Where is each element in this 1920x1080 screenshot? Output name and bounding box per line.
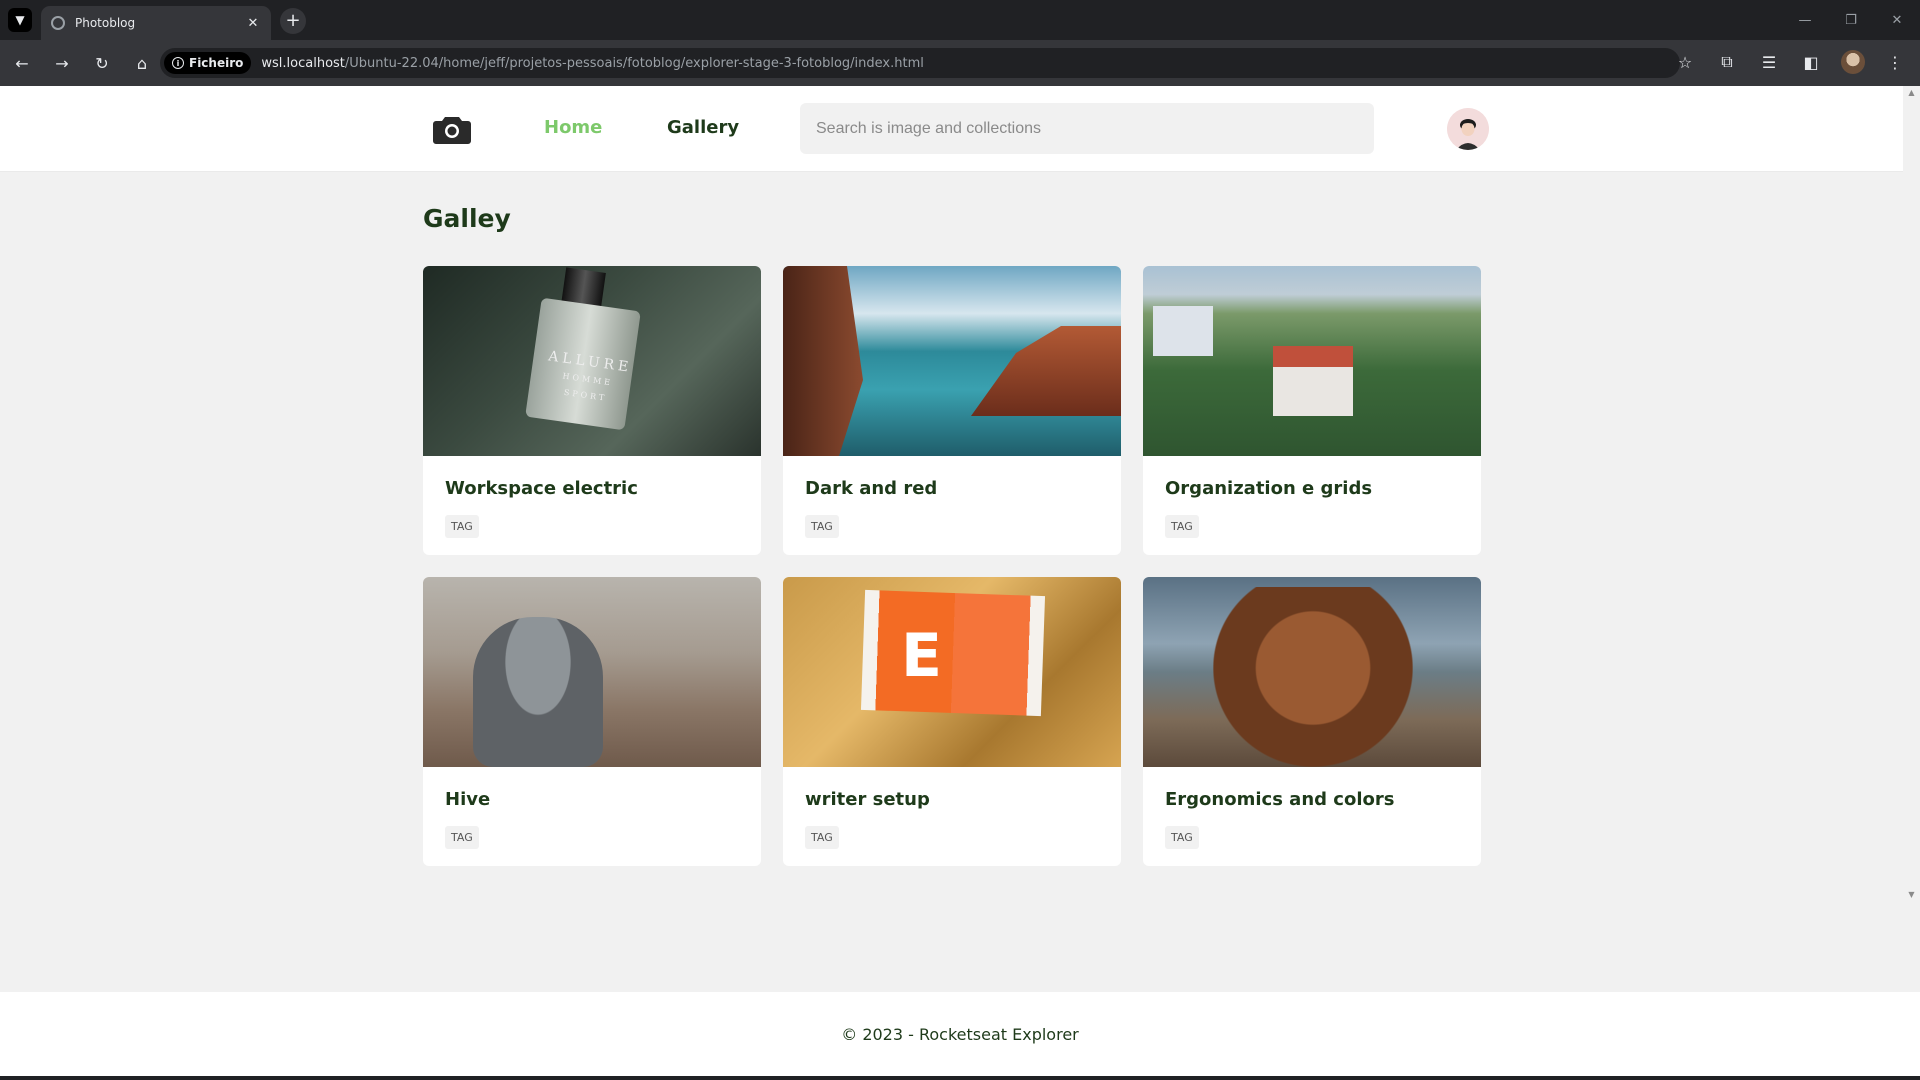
site-footer: © 2023 - Rocketseat Explorer	[0, 992, 1920, 1076]
card-tag[interactable]: TAG	[445, 515, 479, 538]
reload-icon[interactable]: ↻	[84, 45, 120, 81]
close-window-icon[interactable]: ✕	[1874, 0, 1920, 40]
card-body: writer setup TAG	[783, 767, 1121, 849]
url-host: wsl.localhost	[261, 55, 345, 71]
forward-icon[interactable]: →	[44, 45, 80, 81]
building-shape	[1153, 306, 1213, 356]
close-tab-icon[interactable]: ✕	[245, 16, 261, 31]
toolbar-actions: ☆ ⧉ ☰ ◧ ⋮	[1668, 45, 1912, 79]
building-shape	[1273, 346, 1353, 416]
card-tag[interactable]: TAG	[445, 826, 479, 849]
gallery-card[interactable]: Organization e grids TAG	[1143, 266, 1481, 555]
browser-toolbar: ← → ↻ ⌂ i Ficheiro wsl.localhost/Ubuntu-…	[0, 40, 1920, 86]
address-bar[interactable]: i Ficheiro wsl.localhost/Ubuntu-22.04/ho…	[160, 48, 1680, 78]
card-title: writer setup	[805, 789, 930, 810]
browser-tab[interactable]: Photoblog ✕	[41, 6, 271, 40]
page-title: Galley	[423, 204, 511, 233]
hooded-person-shape	[473, 617, 603, 767]
card-body: Workspace electric TAG	[423, 456, 761, 538]
gallery-card[interactable]: Ergonomics and colors TAG	[1143, 577, 1481, 866]
card-image-city	[1143, 266, 1481, 456]
security-chip[interactable]: i Ficheiro	[164, 52, 252, 74]
window-controls: — ❐ ✕	[1782, 0, 1920, 40]
window-bottom-edge	[0, 1076, 1920, 1080]
home-icon[interactable]: ⌂	[124, 45, 160, 81]
avatar-image	[1447, 108, 1489, 150]
gallery-card[interactable]: Hive TAG	[423, 577, 761, 866]
url-text[interactable]: wsl.localhost/Ubuntu-22.04/home/jeff/pro…	[261, 56, 923, 71]
gallery-card[interactable]: E writer setup TAG	[783, 577, 1121, 866]
scroll-down-icon[interactable]: ▼	[1907, 890, 1916, 899]
minimize-icon[interactable]: —	[1782, 0, 1828, 40]
card-image-forest	[423, 577, 761, 767]
browser-tab-bar: ▼ Photoblog ✕ + — ❐ ✕	[0, 0, 1920, 40]
card-title: Organization e grids	[1165, 478, 1373, 499]
card-title: Hive	[445, 789, 491, 810]
card-body: Organization e grids TAG	[1143, 456, 1481, 538]
extensions-icon[interactable]: ⧉	[1710, 45, 1744, 79]
url-path: /Ubuntu-22.04/home/jeff/projetos-pessoai…	[344, 55, 924, 71]
menu-icon[interactable]: ⋮	[1878, 45, 1912, 79]
user-avatar[interactable]	[1447, 108, 1489, 150]
card-body: Hive TAG	[423, 767, 761, 849]
security-label: Ficheiro	[189, 56, 244, 70]
gallery-section: Galley ALLURE HOMME SPORT Workspace electr…	[423, 204, 1481, 866]
card-title: Ergonomics and colors	[1165, 789, 1395, 810]
card-tag[interactable]: TAG	[805, 515, 839, 538]
gallery-card[interactable]: Dark and red TAG	[783, 266, 1121, 555]
profile-avatar[interactable]	[1836, 45, 1870, 79]
card-image-coast	[783, 266, 1121, 456]
restore-icon[interactable]: ❐	[1828, 0, 1874, 40]
hair-shape	[1213, 587, 1413, 767]
card-title: Dark and red	[805, 478, 938, 499]
card-body: Ergonomics and colors TAG	[1143, 767, 1481, 849]
gallery-card[interactable]: ALLURE HOMME SPORT Workspace electric TAG	[423, 266, 761, 555]
card-tag[interactable]: TAG	[1165, 826, 1199, 849]
back-icon[interactable]: ←	[4, 45, 40, 81]
page-viewport: Home Gallery Galley ALLUREHOMMESPORT	[0, 86, 1920, 1076]
card-tag[interactable]: TAG	[1165, 515, 1199, 538]
card-image-book: E	[783, 577, 1121, 767]
sidepanel-icon[interactable]: ◧	[1794, 45, 1828, 79]
nav-home-link[interactable]: Home	[544, 117, 602, 138]
site-header: Home Gallery	[0, 86, 1903, 172]
card-title: Workspace electric	[445, 478, 638, 499]
search-input[interactable]	[800, 103, 1374, 154]
card-image-perfume: ALLURE HOMME SPORT	[423, 266, 761, 456]
star-icon[interactable]: ☆	[1668, 45, 1702, 79]
new-tab-button[interactable]: +	[280, 8, 306, 34]
scrollbar[interactable]	[1903, 86, 1920, 906]
camera-icon[interactable]	[433, 114, 471, 144]
profile-image	[1841, 50, 1865, 74]
tab-title: Photoblog	[75, 16, 136, 30]
card-tag[interactable]: TAG	[805, 826, 839, 849]
cliff-shape	[783, 266, 863, 456]
info-icon: i	[172, 57, 184, 69]
book-letter: E	[901, 621, 942, 691]
book-shape	[860, 589, 1046, 717]
tab-search-chevron-icon[interactable]: ▼	[8, 8, 32, 32]
card-body: Dark and red TAG	[783, 456, 1121, 538]
footer-text: © 2023 - Rocketseat Explorer	[841, 1024, 1079, 1044]
perfume-sub: HOMME	[562, 371, 614, 388]
media-icon[interactable]: ☰	[1752, 45, 1786, 79]
globe-icon	[51, 16, 65, 30]
scroll-up-icon[interactable]: ▲	[1907, 88, 1916, 97]
gallery-grid: ALLURE HOMME SPORT Workspace electric TAG …	[423, 266, 1481, 866]
nav-gallery-link[interactable]: Gallery	[667, 117, 739, 138]
rock-shape	[971, 326, 1121, 416]
card-image-woman	[1143, 577, 1481, 767]
